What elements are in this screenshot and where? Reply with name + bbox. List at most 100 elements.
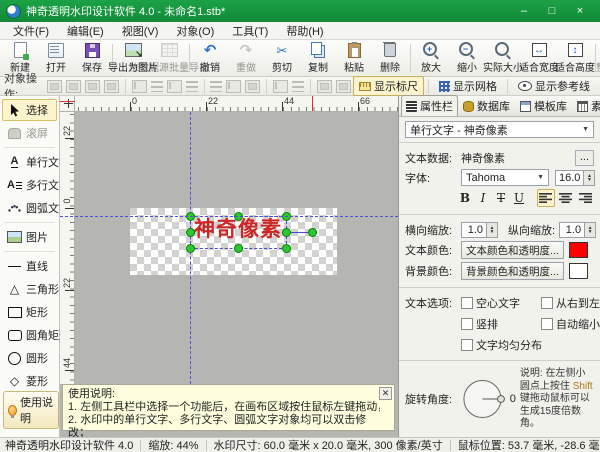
close-button[interactable]: × — [566, 1, 594, 21]
redo-button[interactable]: ↷ 重做 — [228, 41, 264, 75]
show-grid-button[interactable]: 显示网格 — [433, 76, 503, 96]
menu-view[interactable]: 视图(V) — [113, 22, 168, 40]
h-scale-spinner[interactable]: 1.0 ▲ ▼ — [461, 222, 498, 238]
tool-image[interactable]: 图片 — [2, 226, 57, 248]
open-button[interactable]: 打开 — [38, 41, 74, 75]
menu-object[interactable]: 对象(O) — [167, 22, 223, 40]
text-color-swatch[interactable] — [568, 242, 588, 258]
tool-triangle[interactable]: △ 三角形 — [2, 278, 59, 300]
delete-button[interactable]: 删除 — [372, 41, 408, 75]
move-layer-down-icon[interactable] — [103, 79, 119, 93]
same-height-icon[interactable] — [316, 79, 332, 93]
horizontal-ruler: 0 22 44 66 — [75, 96, 398, 112]
paste-button[interactable]: 粘贴 — [336, 41, 372, 75]
copy-button[interactable]: 复制 — [300, 41, 336, 75]
bold-button[interactable]: B — [457, 189, 473, 207]
menu-tools[interactable]: 工具(T) — [223, 22, 277, 40]
object-selector-dropdown[interactable]: 单行文字 - 神奇像素 ▼ — [405, 121, 594, 138]
selection-handle-bottom-right[interactable] — [282, 244, 291, 253]
show-guides-button[interactable]: 显示参考线 — [512, 76, 596, 96]
distribute-horizontal-icon[interactable] — [245, 79, 261, 93]
tool-diamond[interactable]: ◇ 菱形 — [2, 370, 57, 392]
rotation-handle[interactable] — [308, 228, 317, 237]
tool-arc-text[interactable]: 圆弧文字 — [2, 197, 70, 219]
tool-circle[interactable]: 圆形 — [2, 347, 57, 369]
fit-height-button[interactable]: ↕ 适合高度 — [555, 41, 595, 75]
spinner-arrows-icon[interactable]: ▲ ▼ — [487, 222, 498, 238]
tool-select[interactable]: 选择 — [2, 99, 57, 121]
v-scale-spinner[interactable]: 1.0 ▲ ▼ — [559, 222, 597, 238]
tab-database[interactable]: 数据库 — [458, 95, 515, 116]
show-ruler-button[interactable]: 显示标尺 — [353, 76, 424, 96]
batch-export-button[interactable]: 依数据源批量导出 — [129, 41, 209, 75]
fit-width-button[interactable]: ↔ 适合宽度 — [519, 41, 559, 75]
help-close-icon[interactable]: ✕ — [379, 387, 392, 400]
bring-to-front-icon[interactable] — [46, 79, 62, 93]
text-options-label: 文本选项: — [405, 298, 453, 310]
align-left-button[interactable] — [537, 189, 555, 207]
status-bar: 神奇透明水印设计软件 4.0 缩放: 44% 水印尺寸: 60.0 毫米 x 2… — [0, 437, 600, 452]
align-right-icon[interactable] — [166, 79, 182, 93]
save-button[interactable]: 保存 — [74, 41, 110, 75]
align-top-icon[interactable] — [185, 80, 198, 92]
checkbox-right-to-left[interactable]: 从右到左显示 — [541, 295, 600, 311]
selection-handle-middle-right[interactable] — [282, 228, 291, 237]
align-bottom-icon[interactable] — [226, 79, 242, 93]
checkbox-auto-shrink-font[interactable]: 自动缩小字体 — [541, 316, 600, 332]
rotation-label: 旋转角度: — [405, 394, 453, 407]
tool-rectangle[interactable]: 矩形 — [2, 301, 57, 323]
horizontal-guide-line[interactable] — [60, 216, 398, 217]
font-size-spinner[interactable]: 16.0 ▲ ▼ — [555, 169, 596, 186]
minimize-button[interactable]: – — [510, 1, 538, 21]
tool-single-line-text[interactable]: A 单行文字 — [2, 151, 70, 173]
bg-color-swatch[interactable] — [568, 263, 588, 279]
checkbox-hollow-text[interactable]: 空心文字 — [461, 295, 539, 311]
actual-size-button[interactable]: 实际大小 — [483, 41, 523, 75]
tools-divider — [4, 222, 55, 223]
send-to-back-icon[interactable] — [65, 79, 81, 93]
align-center-button[interactable] — [557, 189, 575, 207]
selection-handle-bottom-center[interactable] — [234, 244, 243, 253]
text-data-more-button[interactable]: ... — [574, 150, 594, 166]
tool-rounded-rectangle[interactable]: 圆角矩形 — [2, 324, 70, 346]
same-width-icon[interactable] — [292, 80, 305, 92]
tool-scroll[interactable]: 滚屏 — [2, 122, 57, 144]
menu-file[interactable]: 文件(F) — [4, 22, 58, 40]
tab-properties[interactable]: 属性栏 — [401, 95, 458, 116]
underline-button[interactable]: U — [511, 189, 527, 207]
spinner-arrows-icon[interactable]: ▲ ▼ — [584, 169, 596, 186]
zoom-in-button[interactable]: + 放大 — [413, 41, 449, 75]
usage-help-button[interactable]: 使用说明 — [3, 391, 59, 429]
italic-button[interactable]: I — [475, 189, 491, 207]
menu-help[interactable]: 帮助(H) — [277, 22, 332, 40]
rotation-dial[interactable] — [461, 376, 508, 422]
maximize-button[interactable]: □ — [538, 1, 566, 21]
distribute-vertical-icon[interactable] — [273, 79, 289, 93]
align-right-button[interactable] — [576, 189, 594, 207]
align-center-icon[interactable] — [150, 80, 163, 92]
menu-edit[interactable]: 编辑(E) — [58, 22, 113, 40]
move-layer-up-icon[interactable] — [84, 79, 100, 93]
tool-line[interactable]: 直线 — [2, 255, 57, 277]
text-data-value[interactable]: 神奇像素 — [461, 150, 505, 166]
tool-multi-line-text[interactable]: A 多行文字 — [2, 174, 70, 196]
picture-icon — [7, 231, 22, 244]
spinner-arrows-icon[interactable]: ▲ ▼ — [585, 222, 597, 238]
status-app-name: 神奇透明水印设计软件 4.0 — [5, 440, 134, 452]
font-family-dropdown[interactable]: Tahoma ▼ — [461, 169, 549, 186]
same-size-icon[interactable] — [335, 79, 351, 93]
cut-button[interactable]: ✂ 剪切 — [264, 41, 300, 75]
selection-handle-middle-left[interactable] — [186, 228, 195, 237]
checkbox-even-distribution[interactable]: 文字均匀分布 — [461, 337, 542, 353]
tab-materials[interactable]: 素材库 — [572, 95, 600, 116]
watermark-text[interactable]: 神奇像素 — [194, 217, 294, 241]
checkbox-vertical-text[interactable]: 竖排 — [461, 316, 539, 332]
zoom-out-button[interactable]: − 缩小 — [449, 41, 485, 75]
text-color-button[interactable]: 文本颜色和透明度... — [461, 241, 564, 259]
align-middle-icon[interactable] — [210, 80, 223, 92]
align-left-icon[interactable] — [131, 79, 147, 93]
selection-handle-bottom-left[interactable] — [186, 244, 195, 253]
bg-color-button[interactable]: 背景颜色和透明度... — [461, 262, 564, 280]
tab-templates[interactable]: 模板库 — [515, 95, 572, 116]
strikethrough-button[interactable]: T — [493, 189, 509, 207]
